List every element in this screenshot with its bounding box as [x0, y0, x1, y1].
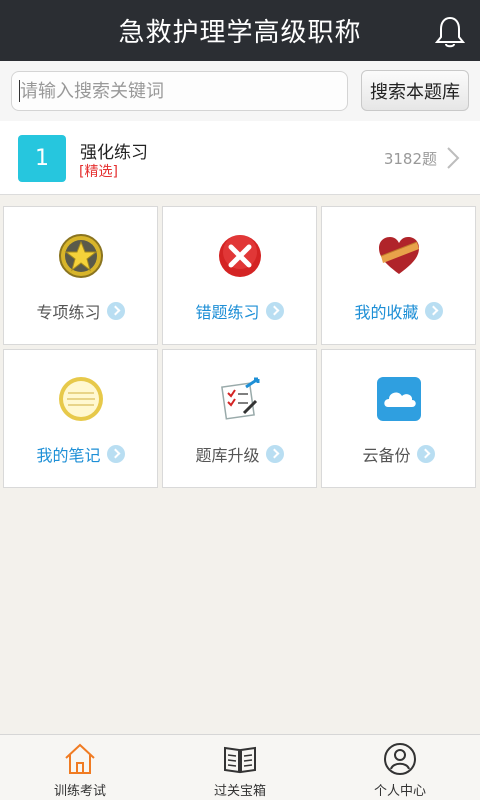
- bottom-tab-bar: 训练考试 过关宝箱 个人中心: [0, 734, 480, 800]
- arrow-circle-icon: [424, 302, 443, 320]
- intensive-practice-row[interactable]: 1 强化练习 [精选] 3182题: [0, 121, 480, 195]
- tab-label: 个人中心: [373, 784, 426, 799]
- tile-wrong-practice[interactable]: 错题练习: [162, 206, 317, 345]
- arrow-circle-icon: [106, 445, 125, 463]
- tab-label: 训练考试: [53, 784, 106, 799]
- tile-label: 云备份: [362, 446, 411, 465]
- cloud-icon: [376, 377, 421, 421]
- text-caret: [19, 80, 20, 102]
- featured-tag: [精选]: [79, 164, 118, 180]
- search-bar: 搜索本题库: [0, 61, 480, 121]
- tile-label: 专项练习: [36, 303, 101, 322]
- tile-label: 错题练习: [195, 303, 260, 322]
- tile-notes[interactable]: 我的笔记: [3, 349, 158, 488]
- star-badge-icon: [58, 234, 103, 278]
- arrow-circle-icon: [106, 302, 125, 320]
- tile-special-practice[interactable]: 专项练习: [3, 206, 158, 345]
- tile-favorites[interactable]: 我的收藏: [321, 206, 476, 345]
- tab-personal-center[interactable]: 个人中心: [320, 735, 480, 800]
- book-icon: [224, 746, 256, 774]
- notepad-icon: [58, 377, 103, 421]
- page-title: 急救护理学高级职称: [118, 18, 362, 48]
- tile-label: 题库升级: [195, 446, 260, 465]
- tile-label: 我的收藏: [354, 303, 419, 322]
- search-input[interactable]: [11, 71, 348, 111]
- search-button[interactable]: 搜索本题库: [361, 70, 469, 111]
- tile-upgrade[interactable]: 题库升级: [162, 349, 317, 488]
- tab-treasure-box[interactable]: 过关宝箱: [160, 735, 320, 800]
- checklist-icon: [220, 377, 259, 420]
- app-header: 急救护理学高级职称: [0, 0, 480, 61]
- arrow-circle-icon: [265, 302, 284, 320]
- home-icon: [65, 743, 95, 774]
- question-count: 3182题: [383, 150, 437, 168]
- chevron-right-icon: [447, 147, 460, 169]
- practice-title: 强化练习: [80, 143, 148, 163]
- arrow-circle-icon: [416, 445, 435, 463]
- tile-cloud-backup[interactable]: 云备份: [321, 349, 476, 488]
- tile-label: 我的笔记: [36, 446, 101, 465]
- tab-training-exam[interactable]: 训练考试: [0, 735, 160, 800]
- red-x-icon: [218, 235, 261, 277]
- practice-number-badge: 1: [18, 135, 66, 182]
- arrow-circle-icon: [265, 445, 284, 463]
- bell-icon[interactable]: [434, 15, 466, 49]
- heart-icon: [378, 237, 419, 274]
- tab-label: 过关宝箱: [213, 784, 266, 799]
- user-icon: [384, 743, 416, 775]
